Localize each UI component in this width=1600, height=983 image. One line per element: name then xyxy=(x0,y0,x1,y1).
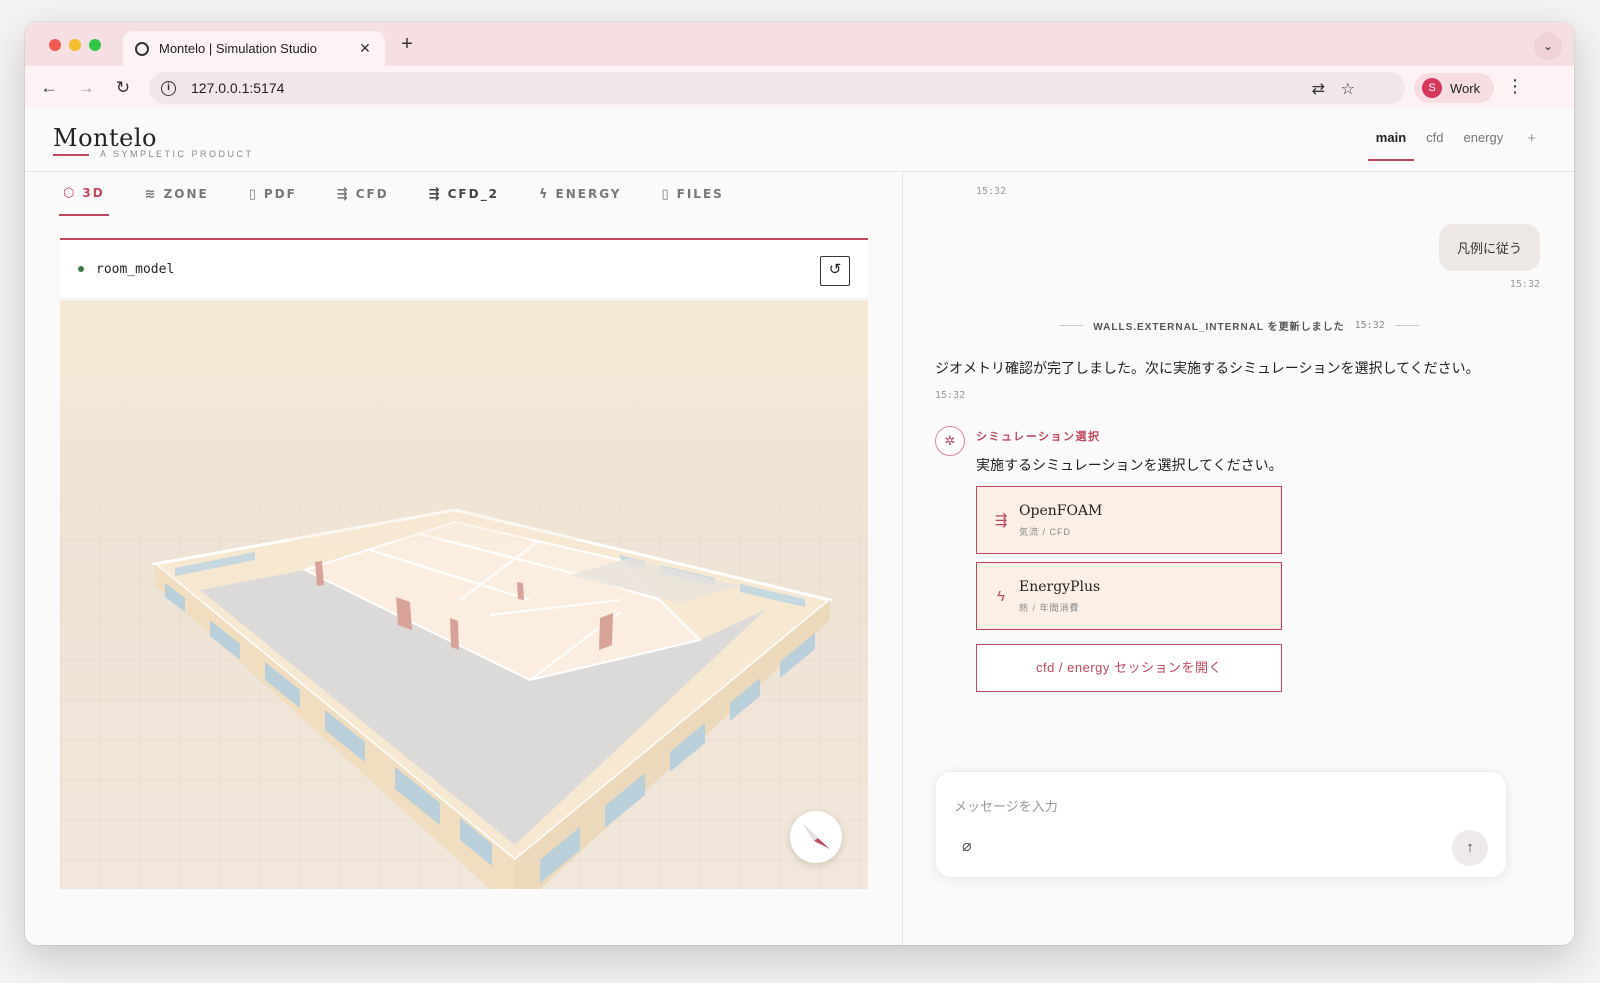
system-event-timestamp: 15:32 xyxy=(1354,320,1385,331)
logo-underline xyxy=(53,154,89,156)
address-bar[interactable]: i 127.0.0.1:5174 ⇄ ☆ xyxy=(149,72,1405,104)
tab-pdf-label: PDF xyxy=(263,187,297,201)
option-name: OpenFOAM xyxy=(1019,502,1103,519)
reset-view-button[interactable]: ↺ xyxy=(820,256,850,286)
translate-icon[interactable]: ⇄ xyxy=(1312,79,1325,99)
tab-3d-label: 3D xyxy=(82,186,105,200)
tab-zone-label: ZONE xyxy=(163,187,209,201)
tab-pdf[interactable]: ▯ PDF xyxy=(245,172,301,216)
avatar: S xyxy=(1422,78,1442,98)
tab-energy[interactable]: ϟ ENERGY xyxy=(535,172,626,216)
chat-panel: 15:32 凡例に従う 15:32 WALLS.EXTERNAL_INTERNA… xyxy=(904,172,1574,945)
session-tab-energy[interactable]: energy xyxy=(1455,130,1511,161)
url-text: 127.0.0.1:5174 xyxy=(191,80,285,96)
user-message: 凡例に従う xyxy=(1438,224,1540,271)
message-input[interactable]: メッセージを入力 xyxy=(954,796,1058,815)
browser-menu-icon[interactable]: ⋮ xyxy=(1505,76,1525,97)
browser-tab[interactable]: Montelo | Simulation Studio ✕ xyxy=(123,31,385,66)
app-tagline: A SYMPLETIC PRODUCT xyxy=(100,149,254,159)
browser-window: Montelo | Simulation Studio ✕ + ⌄ ← → ↻ … xyxy=(25,22,1574,945)
tab-cfd-2[interactable]: ⇶ CFD_2 xyxy=(425,172,503,216)
tool-card-title: シミュレーション選択 xyxy=(976,431,1101,443)
add-session-button[interactable]: + xyxy=(1519,130,1544,161)
assistant-message: ジオメトリ確認が完了しました。次に実施するシミュレーションを選択してください。 xyxy=(935,360,1480,376)
tab-files-label: FILES xyxy=(676,187,724,201)
paperclip-icon[interactable]: ⌀ xyxy=(962,836,972,856)
tab-zone[interactable]: ≋ ZONE xyxy=(141,172,213,216)
option-name: EnergyPlus xyxy=(1019,578,1101,595)
send-button[interactable]: ↑ xyxy=(1452,830,1488,866)
divider xyxy=(1394,325,1419,326)
browser-toolbar: ← → ↻ i 127.0.0.1:5174 ⇄ ☆ S Work ⋮ xyxy=(25,66,1574,110)
tab-cfd-label: CFD xyxy=(355,187,389,201)
bolt-icon: ϟ xyxy=(997,587,1005,605)
app-logo[interactable]: Montelo xyxy=(53,124,157,152)
close-window-button[interactable] xyxy=(49,39,61,51)
session-tab-cfd[interactable]: cfd xyxy=(1418,130,1451,161)
tab-cfd[interactable]: ⇶ CFD xyxy=(333,172,393,216)
view-tabs: ⬡ 3D ≋ ZONE ▯ PDF ⇶ CFD ⇶ CFD_2 ϟ ENERGY xyxy=(59,172,760,216)
app-header: Montelo A SYMPLETIC PRODUCT main cfd ene… xyxy=(25,110,1574,172)
forward-button[interactable]: → xyxy=(74,76,98,100)
option-subtitle: 気流 / CFD xyxy=(1019,526,1071,537)
session-tab-main[interactable]: main xyxy=(1367,130,1415,161)
document-icon: ▯ xyxy=(248,186,256,202)
option-energyplus-button[interactable]: ϟ EnergyPlus 熱 / 年間消費 xyxy=(976,562,1282,630)
flow-icon: ⇶ xyxy=(428,186,440,202)
compass-needle-icon xyxy=(803,824,831,850)
system-event: WALLS.EXTERNAL_INTERNAL を更新しました 15:32 xyxy=(904,318,1574,333)
profile-button[interactable]: S Work xyxy=(1414,73,1494,103)
new-tab-button[interactable]: + xyxy=(395,33,419,56)
globe-icon xyxy=(135,41,149,56)
browser-tab-strip: Montelo | Simulation Studio ✕ + ⌄ xyxy=(25,22,1574,66)
bookmark-star-icon[interactable]: ☆ xyxy=(1341,79,1355,99)
model-viewer: room_model ↺ xyxy=(60,238,868,889)
tab-energy-label: ENERGY xyxy=(555,187,622,201)
option-subtitle: 熱 / 年間消費 xyxy=(1019,602,1080,613)
3d-canvas[interactable] xyxy=(60,300,868,889)
minimize-window-button[interactable] xyxy=(69,39,81,51)
user-message-timestamp: 15:32 xyxy=(1509,279,1540,290)
assistant-message-timestamp: 15:32 xyxy=(935,390,966,401)
back-button[interactable]: ← xyxy=(37,76,61,100)
profile-label: Work xyxy=(1450,80,1481,96)
layers-icon: ≋ xyxy=(144,186,156,202)
session-tabs: main cfd energy + xyxy=(1364,130,1544,161)
reload-button[interactable]: ↻ xyxy=(111,76,135,100)
browser-tab-title: Montelo | Simulation Studio xyxy=(159,41,318,56)
tab-search-button[interactable]: ⌄ xyxy=(1534,32,1562,60)
cube-icon: ⬡ xyxy=(63,185,75,201)
flow-icon: ⇶ xyxy=(994,512,1008,529)
status-dot xyxy=(78,266,84,272)
workspace-panel: ⬡ 3D ≋ ZONE ▯ PDF ⇶ CFD ⇶ CFD_2 ϟ ENERGY xyxy=(25,172,903,945)
tab-cfd-2-label: CFD_2 xyxy=(447,187,499,201)
sparkle-icon: ✲ xyxy=(935,426,965,456)
site-info-icon[interactable]: i xyxy=(161,80,176,96)
model-name: room_model xyxy=(96,261,175,277)
tab-3d[interactable]: ⬡ 3D xyxy=(59,172,109,216)
flow-icon: ⇶ xyxy=(336,186,348,202)
open-sessions-button[interactable]: cfd / energy セッションを開く xyxy=(976,644,1282,692)
message-composer[interactable]: メッセージを入力 ⌀ ↑ xyxy=(935,771,1507,878)
close-tab-button[interactable]: ✕ xyxy=(357,40,373,57)
compass-widget[interactable] xyxy=(790,811,842,863)
tool-card-description: 実施するシミュレーションを選択してください。 xyxy=(976,457,1283,473)
tab-files[interactable]: ▯ FILES xyxy=(657,172,727,216)
bolt-icon: ϟ xyxy=(538,186,548,202)
document-icon: ▯ xyxy=(661,186,669,202)
message-timestamp: 15:32 xyxy=(976,186,1007,197)
option-openfoam-button[interactable]: ⇶ OpenFOAM 気流 / CFD xyxy=(976,486,1282,554)
divider xyxy=(1059,325,1084,326)
maximize-window-button[interactable] xyxy=(89,39,101,51)
viewer-header: room_model xyxy=(60,240,868,299)
system-event-text: WALLS.EXTERNAL_INTERNAL を更新しました xyxy=(1093,322,1345,333)
